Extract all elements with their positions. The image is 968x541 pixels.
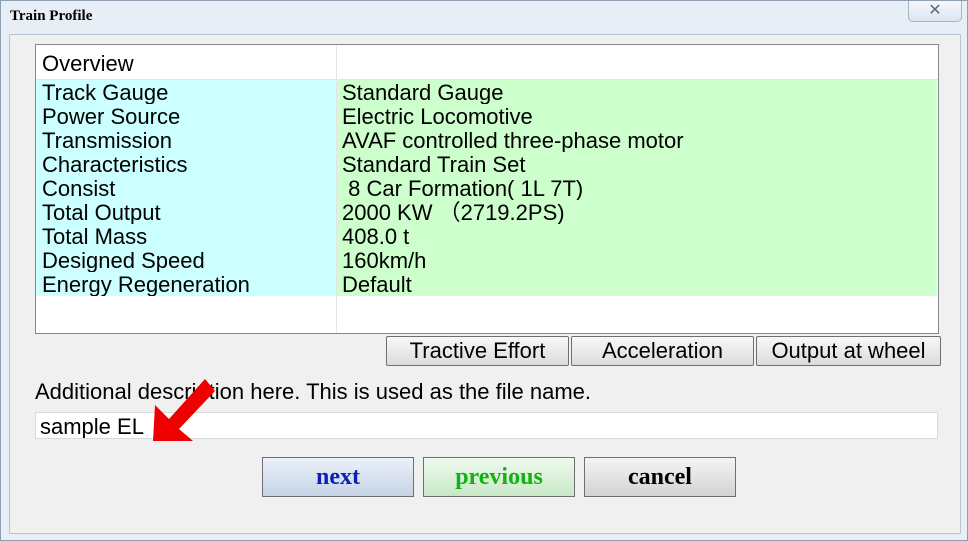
row-value: 2000 KW （2719.2PS)	[337, 200, 937, 224]
row-key: Track Gauge	[36, 80, 336, 104]
close-icon: ✕	[928, 0, 942, 19]
row-key: Total Mass	[36, 224, 336, 248]
table-row[interactable]: Total Output 2000 KW （2719.2PS)	[36, 200, 938, 224]
dialog-client-area: Overview Track Gauge Standard Gauge Powe…	[9, 34, 961, 534]
row-key: Consist	[36, 176, 336, 200]
description-input[interactable]	[35, 412, 938, 439]
title-bar: Train Profile ✕	[1, 1, 967, 33]
train-profile-dialog: Train Profile ✕ Overview Track Gauge Sta…	[0, 0, 968, 541]
row-value: 408.0 t	[337, 224, 937, 248]
row-key: Power Source	[36, 104, 336, 128]
grid-header-overview: Overview	[42, 51, 134, 76]
table-row[interactable]: Consist 8 Car Formation( 1L 7T)	[36, 176, 938, 200]
row-value: 8 Car Formation( 1L 7T)	[337, 176, 937, 200]
table-row[interactable]: Energy Regeneration Default	[36, 272, 938, 296]
row-key: Characteristics	[36, 152, 336, 176]
row-key: Energy Regeneration	[36, 272, 336, 296]
table-row[interactable]: Track Gauge Standard Gauge	[36, 80, 938, 104]
table-row[interactable]: Transmission AVAF controlled three-phase…	[36, 128, 938, 152]
table-row[interactable]: Characteristics Standard Train Set	[36, 152, 938, 176]
acceleration-button[interactable]: Acceleration	[571, 336, 754, 366]
row-key: Transmission	[36, 128, 336, 152]
row-key: Total Output	[36, 200, 336, 224]
tractive-effort-button[interactable]: Tractive Effort	[386, 336, 569, 366]
previous-button[interactable]: previous	[423, 457, 575, 497]
description-label: Additional description here. This is use…	[35, 379, 592, 404]
row-key: Designed Speed	[36, 248, 336, 272]
table-row[interactable]: Power Source Electric Locomotive	[36, 104, 938, 128]
cancel-button[interactable]: cancel	[584, 457, 736, 497]
overview-grid[interactable]: Overview Track Gauge Standard Gauge Powe…	[35, 44, 939, 334]
row-value: Standard Train Set	[337, 152, 937, 176]
close-button[interactable]: ✕	[908, 1, 962, 22]
row-value: Standard Gauge	[337, 80, 937, 104]
table-row[interactable]: Total Mass 408.0 t	[36, 224, 938, 248]
grid-header: Overview	[36, 45, 938, 80]
row-value: AVAF controlled three-phase motor	[337, 128, 937, 152]
table-row[interactable]: Designed Speed 160km/h	[36, 248, 938, 272]
row-value: 160km/h	[337, 248, 937, 272]
row-value: Electric Locomotive	[337, 104, 937, 128]
next-button[interactable]: next	[262, 457, 414, 497]
window-title: Train Profile	[10, 8, 93, 24]
column-divider	[336, 45, 337, 333]
output-at-wheel-button[interactable]: Output at wheel	[756, 336, 941, 366]
row-value: Default	[337, 272, 937, 296]
